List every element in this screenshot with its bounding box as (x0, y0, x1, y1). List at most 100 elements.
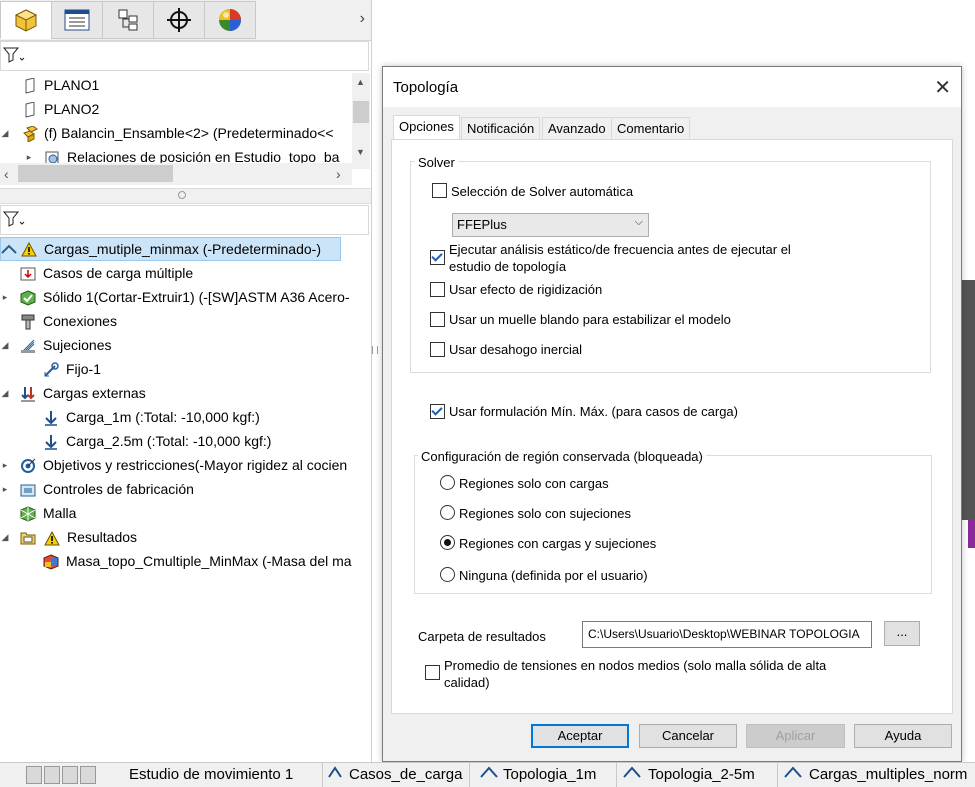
panel-resize-handle[interactable] (372, 346, 378, 354)
minmax-label: Usar formulación Mín. Máx. (para casos d… (449, 404, 738, 419)
scrollbar-thumb[interactable] (353, 101, 369, 123)
tree-item-carga-2-5m[interactable]: Carga_2.5m (:Total: -10,000 kgf:) (0, 429, 370, 453)
collapse-arrow-icon[interactable]: ◢ (0, 333, 10, 357)
force-arrow-icon (43, 433, 59, 450)
tree-item-label: Fijo-1 (66, 361, 102, 377)
soft-spring-checkbox[interactable] (430, 312, 445, 327)
tree-item-fijo-1[interactable]: Fijo-1 (0, 357, 370, 381)
close-icon[interactable]: ✕ (934, 75, 951, 100)
panel-splitter[interactable] (0, 188, 371, 204)
region-fixtures-label: Regiones solo con sujeciones (459, 506, 631, 521)
tab-notificacion[interactable]: Notificación (461, 117, 541, 141)
auto-solver-checkbox[interactable] (432, 183, 447, 198)
tree-item-label: Casos de carga múltiple (43, 265, 194, 281)
tree-item-plano1[interactable]: PLANO1 (0, 73, 352, 97)
filter-box-top[interactable] (0, 41, 369, 71)
tree-item-solido[interactable]: ▸ Sólido 1(Cortar-Extruir1) (-[SW]ASTM A… (0, 285, 370, 309)
ok-button[interactable]: Aceptar (531, 724, 629, 748)
tab-label: Casos_de_carga (349, 766, 463, 783)
tree-item-resultados[interactable]: ◢ Resultados (0, 525, 370, 549)
tree-item-masa-topo[interactable]: Masa_topo_Cmultiple_MinMax (-Masa del ma (0, 549, 370, 573)
region-none-radio[interactable] (440, 567, 455, 582)
manager-tab-bar: › (0, 0, 371, 41)
tree-item-conexiones[interactable]: Conexiones (0, 309, 370, 333)
tab-cargas-multiples[interactable]: Cargas_multiples_norm (778, 763, 975, 787)
static-analysis-label-2: estudio de topología (449, 259, 567, 274)
assembly-icon (22, 125, 38, 143)
inertial-relief-checkbox[interactable] (430, 342, 445, 357)
region-loads-fixtures-radio[interactable] (440, 535, 455, 550)
tab-comentario[interactable]: Comentario (611, 117, 691, 141)
tree-item-casos-carga[interactable]: Casos de carga múltiple (0, 261, 370, 285)
tree-item-malla[interactable]: Malla (0, 501, 370, 525)
external-loads-icon (20, 385, 36, 402)
collapse-arrow-icon[interactable]: ◢ (0, 121, 10, 145)
expand-arrow-icon[interactable]: ▸ (0, 285, 10, 309)
static-analysis-checkbox[interactable] (430, 250, 445, 265)
region-loads-radio[interactable] (440, 475, 455, 490)
results-folder-input[interactable]: C:\Users\Usuario\Desktop\WEBINAR TOPOLOG… (582, 621, 872, 648)
scroll-right-icon[interactable]: › (336, 166, 341, 182)
tree-item-cargas-externas[interactable]: ◢ Cargas externas (0, 381, 370, 405)
topology-study-icon (480, 763, 498, 787)
solver-group-label: Solver (415, 155, 458, 170)
last-tab-icon[interactable] (80, 766, 96, 784)
tab-topologia-1m[interactable]: Topologia_1m (470, 763, 617, 787)
topology-study-icon (784, 763, 802, 787)
scroll-left-icon[interactable]: ‹ (4, 166, 9, 182)
splitter-handle-icon[interactable] (178, 191, 186, 199)
vertical-scrollbar[interactable]: ▲ ▼ (352, 73, 370, 169)
help-button[interactable]: Ayuda (854, 724, 952, 748)
property-manager-tab[interactable] (51, 1, 103, 39)
tree-item-carga-1m[interactable]: Carga_1m (:Total: -10,000 kgf:) (0, 405, 370, 429)
dimxpert-manager-tab[interactable] (153, 1, 205, 39)
tree-item-controles-fabricacion[interactable]: ▸ Controles de fabricación (0, 477, 370, 501)
scroll-up-icon[interactable]: ▲ (356, 77, 365, 87)
collapse-arrow-icon[interactable]: ◢ (0, 381, 10, 405)
apply-button[interactable]: Aplicar (746, 724, 845, 748)
region-none-label: Ninguna (definida por el usuario) (459, 568, 648, 583)
tree-item-label: Cargas externas (43, 385, 146, 401)
configuration-manager-tab[interactable] (102, 1, 154, 39)
tab-topologia-2-5m[interactable]: Topologia_2-5m (617, 763, 778, 787)
tree-item-objetivos[interactable]: ▸ Objetivos y restricciones(-Mayor rigid… (0, 453, 370, 477)
next-tab-icon[interactable] (62, 766, 78, 784)
solver-select[interactable]: FFEPlus ⌵ (452, 213, 649, 237)
chevron-right-icon[interactable]: › (360, 10, 365, 28)
scrollbar-thumb[interactable] (18, 165, 173, 182)
tree-item-plano2[interactable]: PLANO2 (0, 97, 352, 121)
property-list-icon (64, 9, 90, 31)
solid-body-icon (20, 289, 36, 306)
tab-opciones[interactable]: Opciones (393, 115, 460, 142)
region-loads-label: Regiones solo con cargas (459, 476, 609, 491)
tab-casos-de-carga[interactable]: Casos_de_carga (323, 763, 470, 787)
region-loads-fixtures-label: Regiones con cargas y sujeciones (459, 536, 657, 551)
collapse-arrow-icon[interactable]: ◢ (0, 525, 10, 549)
stiffening-checkbox[interactable] (430, 282, 445, 297)
display-manager-tab[interactable] (204, 1, 256, 39)
minmax-checkbox[interactable] (430, 404, 445, 419)
scroll-down-icon[interactable]: ▼ (356, 147, 365, 157)
expand-arrow-icon[interactable]: ▸ (0, 453, 10, 477)
expand-arrow-icon[interactable]: ▸ (0, 477, 10, 501)
horizontal-scrollbar[interactable]: ‹ › (0, 163, 352, 185)
tab-avanzado[interactable]: Avanzado (542, 117, 612, 141)
region-fixtures-radio[interactable] (440, 505, 455, 520)
tree-item-label: PLANO2 (44, 101, 100, 117)
tree-item-sujeciones[interactable]: ◢ Sujeciones (0, 333, 370, 357)
tree-item-balancin-ensamble[interactable]: ◢ (f) Balancin_Ensamble<2> (Predetermina… (0, 121, 352, 145)
tree-item-study-cargas-multiple[interactable]: Cargas_mutiple_minmax (-Predeterminado-) (0, 237, 341, 261)
prev-tab-icon[interactable] (44, 766, 60, 784)
tree-item-label: Carga_1m (:Total: -10,000 kgf:) (66, 409, 260, 425)
first-tab-icon[interactable] (26, 766, 42, 784)
feature-manager-tab[interactable] (0, 1, 52, 39)
topology-study-icon (1, 241, 17, 257)
filter-box-bottom[interactable] (0, 205, 369, 235)
tab-estudio-movimiento[interactable]: Estudio de movimiento 1 (112, 763, 323, 787)
crosshair-icon (167, 8, 191, 32)
browse-button[interactable]: ... (884, 621, 920, 646)
dialog-titlebar[interactable]: Topología ✕ (383, 67, 961, 107)
avg-stress-checkbox[interactable] (425, 665, 440, 680)
cancel-button[interactable]: Cancelar (639, 724, 737, 748)
configuration-tree-icon (118, 9, 138, 31)
